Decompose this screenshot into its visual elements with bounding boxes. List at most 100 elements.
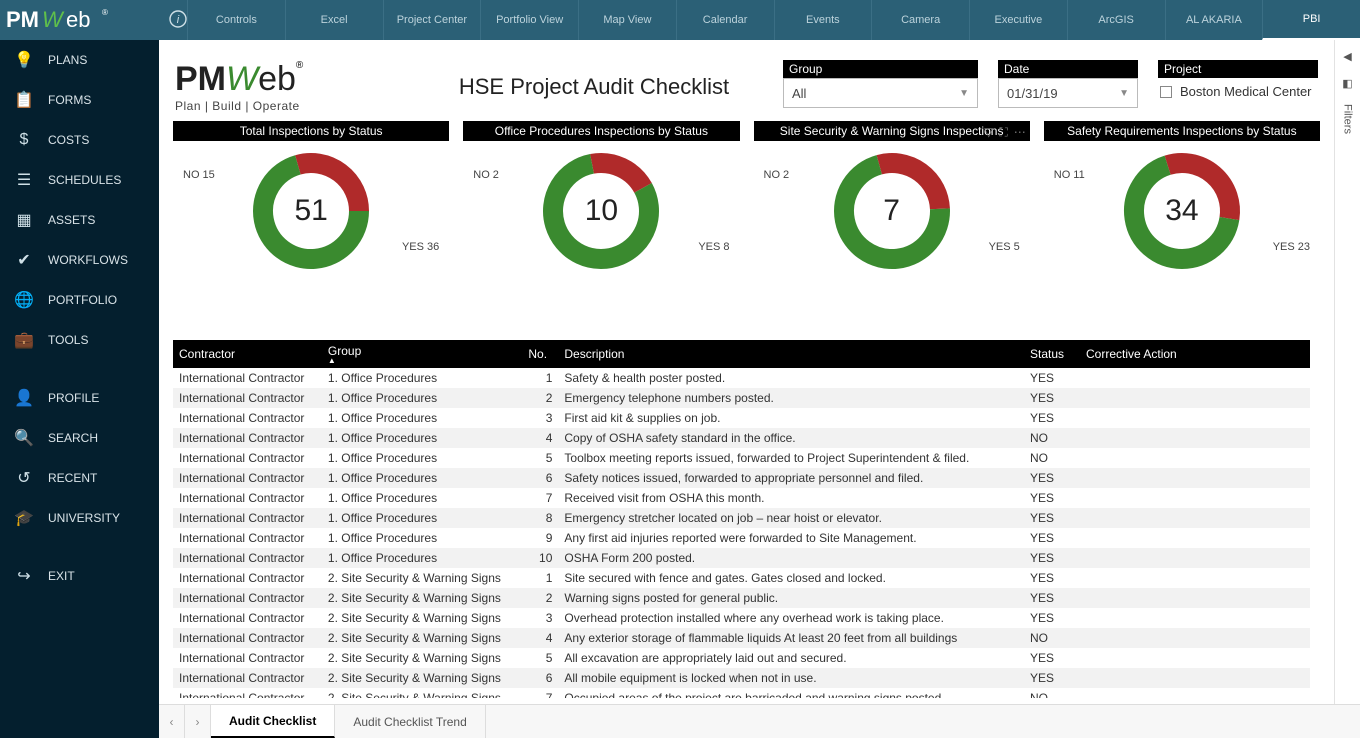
slicer-project-option[interactable]: Boston Medical Center bbox=[1158, 78, 1318, 105]
donut-label-no: NO 2 bbox=[473, 169, 499, 181]
table-cell: 1. Office Procedures bbox=[322, 508, 522, 528]
top-nav-tab[interactable]: Map View bbox=[578, 0, 676, 40]
tab-next-button[interactable]: › bbox=[185, 705, 211, 738]
sidebar-item[interactable]: ↺RECENT bbox=[0, 458, 159, 498]
table-row[interactable]: International Contractor1. Office Proced… bbox=[173, 388, 1310, 408]
table-row[interactable]: International Contractor1. Office Proced… bbox=[173, 488, 1310, 508]
top-nav-tab[interactable]: Executive bbox=[969, 0, 1067, 40]
chevron-down-icon: ▼ bbox=[1119, 88, 1129, 99]
table-row[interactable]: International Contractor2. Site Security… bbox=[173, 668, 1310, 688]
sidebar-item[interactable]: 🔍SEARCH bbox=[0, 418, 159, 458]
table-cell: International Contractor bbox=[173, 548, 322, 568]
table-cell: 5 bbox=[522, 648, 558, 668]
sidebar-item[interactable]: 💡PLANS bbox=[0, 40, 159, 80]
sidebar-item[interactable]: 📋FORMS bbox=[0, 80, 159, 120]
table-row[interactable]: International Contractor1. Office Proced… bbox=[173, 508, 1310, 528]
table-row[interactable]: International Contractor1. Office Proced… bbox=[173, 528, 1310, 548]
table-row[interactable]: International Contractor1. Office Proced… bbox=[173, 408, 1310, 428]
table-cell: All excavation are appropriately laid ou… bbox=[558, 648, 1024, 668]
sidebar-icon: 🎓 bbox=[14, 508, 34, 528]
sidebar-icon: ↪ bbox=[14, 566, 34, 586]
table-header[interactable]: Contractor bbox=[173, 340, 322, 368]
checkbox-icon bbox=[1160, 86, 1172, 98]
collapse-icon[interactable]: ◀ bbox=[1343, 50, 1351, 63]
slicer-date-dropdown[interactable]: 01/31/19 ▼ bbox=[998, 78, 1138, 108]
table-row[interactable]: International Contractor1. Office Proced… bbox=[173, 428, 1310, 448]
checklist-table-scroll[interactable]: ContractorGroup▲No.DescriptionStatusCorr… bbox=[173, 340, 1310, 698]
table-header[interactable]: Group▲ bbox=[322, 340, 522, 368]
table-cell: International Contractor bbox=[173, 608, 322, 628]
focus-icon[interactable]: ⛶ bbox=[999, 125, 1007, 140]
sidebar-item[interactable]: 🌐PORTFOLIO bbox=[0, 280, 159, 320]
info-icon[interactable]: i bbox=[169, 10, 187, 31]
more-icon[interactable]: ⋯ bbox=[1014, 125, 1026, 140]
table-header[interactable]: Status bbox=[1024, 340, 1080, 368]
top-nav-tab[interactable]: Calendar bbox=[676, 0, 774, 40]
sidebar-label: FORMS bbox=[48, 93, 91, 107]
slicer-project: Project Boston Medical Center bbox=[1158, 60, 1318, 108]
page-tab[interactable]: Audit Checklist bbox=[211, 705, 335, 738]
top-nav-tab[interactable]: Portfolio View bbox=[480, 0, 578, 40]
donut-label-yes: YES 36 bbox=[402, 241, 439, 253]
table-header[interactable]: Description bbox=[558, 340, 1024, 368]
table-row[interactable]: International Contractor2. Site Security… bbox=[173, 648, 1310, 668]
table-row[interactable]: International Contractor1. Office Proced… bbox=[173, 448, 1310, 468]
sidebar-icon: ☰ bbox=[14, 170, 34, 190]
sidebar-icon: 💡 bbox=[14, 50, 34, 70]
table-cell: YES bbox=[1024, 488, 1080, 508]
table-row[interactable]: International Contractor2. Site Security… bbox=[173, 608, 1310, 628]
donut-card[interactable]: Office Procedures Inspections by Status1… bbox=[463, 121, 739, 281]
table-header[interactable]: Corrective Action bbox=[1080, 340, 1310, 368]
slicer-group-dropdown[interactable]: All ▼ bbox=[783, 78, 978, 108]
table-cell bbox=[1080, 548, 1310, 568]
table-cell: Occupied areas of the project are barric… bbox=[558, 688, 1024, 698]
top-nav-tab[interactable]: Controls bbox=[187, 0, 285, 40]
table-cell: Safety & health poster posted. bbox=[558, 368, 1024, 388]
top-nav-tab[interactable]: Camera bbox=[871, 0, 969, 40]
top-nav-tab[interactable]: AL AKARIA bbox=[1165, 0, 1263, 40]
top-nav-tab[interactable]: PBI bbox=[1262, 0, 1360, 40]
table-row[interactable]: International Contractor2. Site Security… bbox=[173, 628, 1310, 648]
sidebar-item[interactable]: $COSTS bbox=[0, 120, 159, 160]
donut-card[interactable]: Total Inspections by Status51NO 15YES 36 bbox=[173, 121, 449, 281]
page-tab[interactable]: Audit Checklist Trend bbox=[335, 705, 485, 738]
table-row[interactable]: International Contractor2. Site Security… bbox=[173, 588, 1310, 608]
page-tabs: ‹ › Audit ChecklistAudit Checklist Trend bbox=[159, 704, 1360, 738]
top-nav-tab[interactable]: ArcGIS bbox=[1067, 0, 1165, 40]
sidebar-item[interactable]: 👤PROFILE bbox=[0, 378, 159, 418]
table-cell: Overhead protection installed where any … bbox=[558, 608, 1024, 628]
filter-icon[interactable]: ▽ bbox=[984, 125, 993, 140]
donut-label-no: NO 15 bbox=[183, 169, 215, 181]
sidebar-item[interactable]: ▦ASSETS bbox=[0, 200, 159, 240]
table-cell: 4 bbox=[522, 628, 558, 648]
donut-label-yes: YES 23 bbox=[1273, 241, 1310, 253]
sidebar-item[interactable]: ☰SCHEDULES bbox=[0, 160, 159, 200]
svg-text:i: i bbox=[177, 14, 180, 26]
donut-card[interactable]: Site Security & Warning Signs Inspection… bbox=[754, 121, 1030, 281]
donut-row: Total Inspections by Status51NO 15YES 36… bbox=[159, 121, 1334, 281]
sidebar-item[interactable]: ↪EXIT bbox=[0, 556, 159, 596]
table-cell: 6 bbox=[522, 468, 558, 488]
table-header[interactable]: No. bbox=[522, 340, 558, 368]
top-nav-tab[interactable]: Excel bbox=[285, 0, 383, 40]
donut-card[interactable]: Safety Requirements Inspections by Statu… bbox=[1044, 121, 1320, 281]
table-row[interactable]: International Contractor2. Site Security… bbox=[173, 568, 1310, 588]
tab-prev-button[interactable]: ‹ bbox=[159, 705, 185, 738]
table-cell: Warning signs posted for general public. bbox=[558, 588, 1024, 608]
table-row[interactable]: International Contractor1. Office Proced… bbox=[173, 468, 1310, 488]
sidebar-item[interactable]: ✔WORKFLOWS bbox=[0, 240, 159, 280]
sidebar-item[interactable]: 🎓UNIVERSITY bbox=[0, 498, 159, 538]
filters-rail[interactable]: ◀ ◧ Filters bbox=[1334, 40, 1360, 704]
sidebar-item[interactable]: 💼TOOLS bbox=[0, 320, 159, 360]
table-cell: 2. Site Security & Warning Signs bbox=[322, 688, 522, 698]
bookmark-icon[interactable]: ◧ bbox=[1342, 77, 1352, 90]
table-row[interactable]: International Contractor1. Office Proced… bbox=[173, 548, 1310, 568]
top-nav-tab[interactable]: Events bbox=[774, 0, 872, 40]
table-cell: NO bbox=[1024, 688, 1080, 698]
chevron-down-icon: ▼ bbox=[959, 88, 969, 99]
table-row[interactable]: International Contractor2. Site Security… bbox=[173, 688, 1310, 698]
top-nav-tab[interactable]: Project Center bbox=[383, 0, 481, 40]
table-cell: International Contractor bbox=[173, 508, 322, 528]
table-cell: 1 bbox=[522, 368, 558, 388]
table-row[interactable]: International Contractor1. Office Proced… bbox=[173, 368, 1310, 388]
